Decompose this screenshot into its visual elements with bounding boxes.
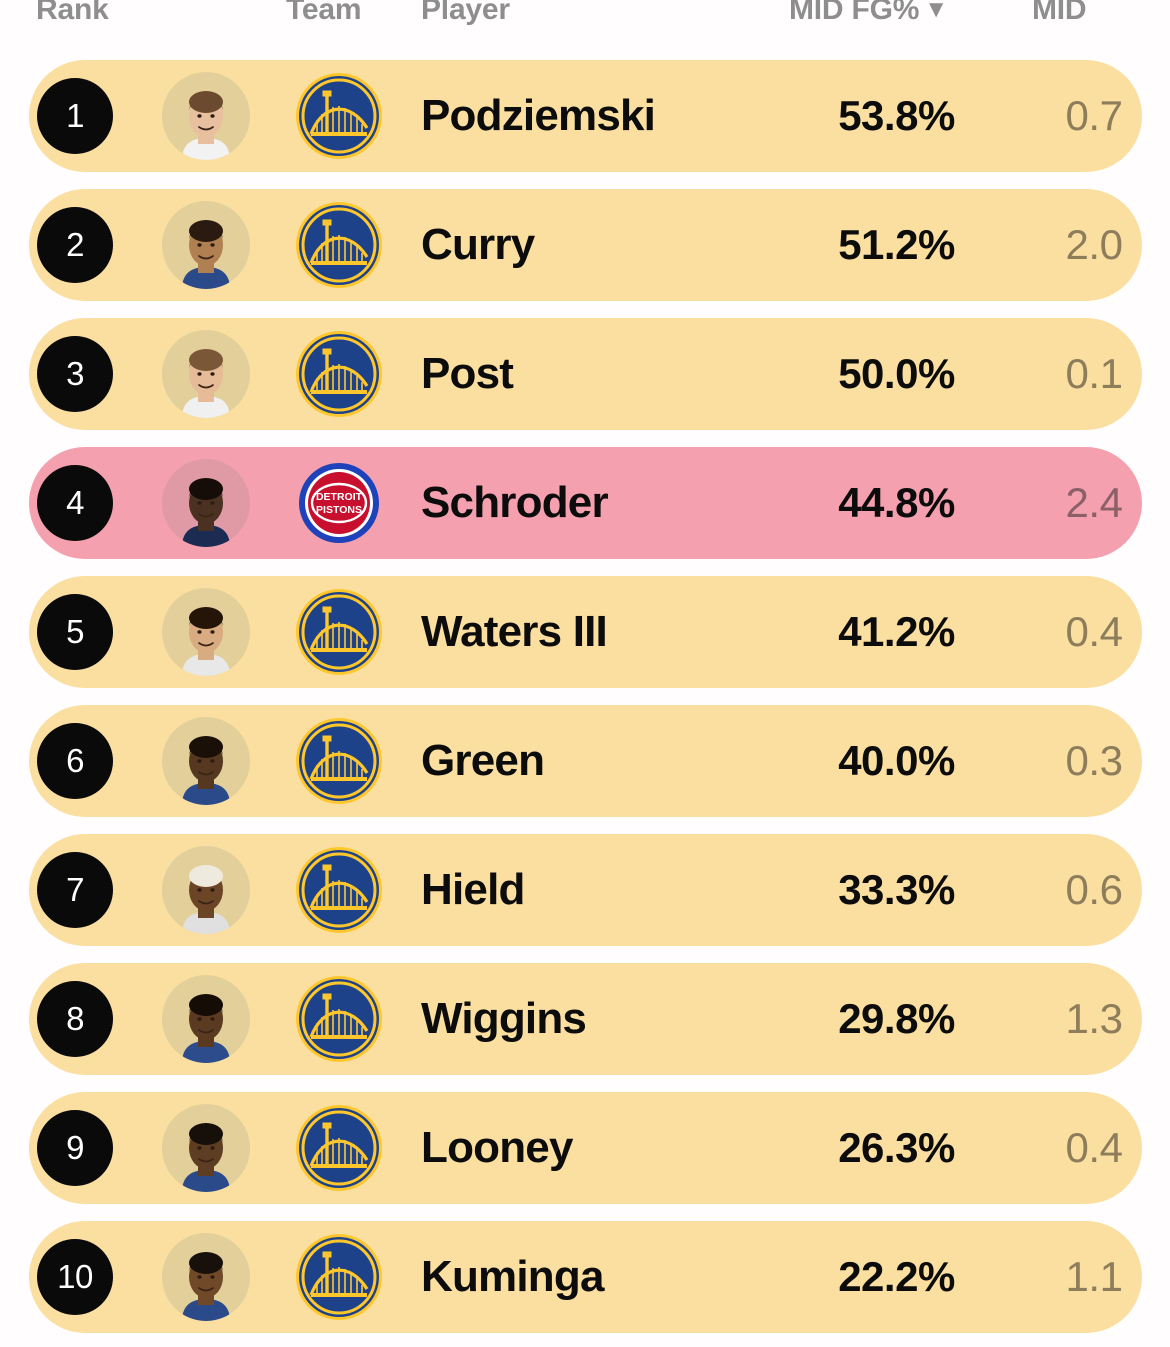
warriors-logo[interactable] [295, 975, 383, 1063]
warriors-logo[interactable] [295, 588, 383, 676]
svg-text:PISTONS: PISTONS [316, 504, 362, 516]
stat-mid-fg-pct: 29.8% [838, 995, 955, 1042]
table-row[interactable]: 8 Wiggins 29.8% 1.3 [29, 963, 1142, 1075]
warriors-logo[interactable] [295, 1233, 383, 1321]
stat-mid: 0.4 [1065, 1124, 1123, 1171]
avatar [162, 201, 250, 289]
column-header-rank[interactable]: Rank [36, 0, 109, 32]
table-row[interactable]: 6 Green 40.0% 0.3 [29, 705, 1142, 817]
avatar [162, 717, 250, 805]
stat-mid: 0.6 [1065, 866, 1123, 913]
table-row[interactable]: 2 Curry 51.2% 2.0 [29, 189, 1142, 301]
stat-mid-fg-pct: 51.2% [838, 221, 955, 268]
column-header-mid-fg-pct[interactable]: MID FG% ▼ [789, 0, 948, 32]
stat-mid: 0.7 [1065, 92, 1123, 139]
table-row[interactable]: 7 Hield 33.3% 0.6 [29, 834, 1142, 946]
player-name[interactable]: Podziemski [421, 60, 656, 172]
rank-badge: 10 [37, 1239, 113, 1315]
warriors-logo[interactable] [295, 72, 383, 160]
column-header-team[interactable]: Team [286, 0, 362, 32]
avatar [162, 72, 250, 160]
stat-mid: 2.4 [1065, 479, 1123, 526]
warriors-logo[interactable] [295, 846, 383, 934]
stat-mid-fg-pct: 41.2% [838, 608, 955, 655]
avatar [162, 588, 250, 676]
warriors-logo[interactable] [295, 330, 383, 418]
table-row[interactable]: 9 Looney 26.3% 0.4 [29, 1092, 1142, 1204]
rank-badge: 3 [37, 336, 113, 412]
rank-badge: 4 [37, 465, 113, 541]
warriors-logo[interactable] [295, 1104, 383, 1192]
column-header-player[interactable]: Player [421, 0, 510, 32]
player-name[interactable]: Schroder [421, 447, 609, 559]
player-name[interactable]: Green [421, 705, 545, 817]
player-name[interactable]: Kuminga [421, 1221, 604, 1333]
stat-mid: 1.1 [1065, 1253, 1123, 1300]
stat-mid: 0.1 [1065, 350, 1123, 397]
stat-mid-fg-pct: 40.0% [838, 737, 955, 784]
table-row[interactable]: 5 Waters III 41.2% 0.4 [29, 576, 1142, 688]
stat-mid: 0.4 [1065, 608, 1123, 655]
avatar [162, 846, 250, 934]
rank-badge: 9 [37, 1110, 113, 1186]
table-header: Rank Team Player MID FG% ▼ MID [0, 0, 1170, 32]
table-row[interactable]: 10 Kuminga 22.2% 1.1 [29, 1221, 1142, 1333]
warriors-logo[interactable] [295, 201, 383, 289]
rank-badge: 1 [37, 78, 113, 154]
stat-mid: 1.3 [1065, 995, 1123, 1042]
leaderboard-rows: 1 Podziemski 53.8% 0.7 2 Curry 51.2% 2.0… [0, 60, 1170, 1347]
stat-mid-fg-pct: 50.0% [838, 350, 955, 397]
column-header-mid[interactable]: MID [1032, 0, 1087, 32]
stat-mid: 0.3 [1065, 737, 1123, 784]
table-row[interactable]: 1 Podziemski 53.8% 0.7 [29, 60, 1142, 172]
avatar [162, 975, 250, 1063]
player-name[interactable]: Hield [421, 834, 525, 946]
table-row[interactable]: 3 Post 50.0% 0.1 [29, 318, 1142, 430]
stat-mid-fg-pct: 26.3% [838, 1124, 955, 1171]
player-name[interactable]: Curry [421, 189, 535, 301]
player-name[interactable]: Waters III [421, 576, 608, 688]
player-name[interactable]: Post [421, 318, 514, 430]
warriors-logo[interactable] [295, 717, 383, 805]
rank-badge: 2 [37, 207, 113, 283]
avatar [162, 330, 250, 418]
stat-mid-fg-pct: 53.8% [838, 92, 955, 139]
rank-badge: 5 [37, 594, 113, 670]
svg-text:DETROIT: DETROIT [316, 491, 363, 503]
stat-mid-fg-pct: 44.8% [838, 479, 955, 526]
player-name[interactable]: Looney [421, 1092, 573, 1204]
rank-badge: 8 [37, 981, 113, 1057]
column-header-mid-fg-pct-label: MID FG% [789, 0, 920, 26]
sort-descending-icon[interactable]: ▼ [924, 0, 948, 32]
rank-badge: 6 [37, 723, 113, 799]
avatar [162, 459, 250, 547]
stat-mid: 2.0 [1065, 221, 1123, 268]
stat-mid-fg-pct: 22.2% [838, 1253, 955, 1300]
player-name[interactable]: Wiggins [421, 963, 587, 1075]
rank-badge: 7 [37, 852, 113, 928]
leaderboard-table: Rank Team Player MID FG% ▼ MID 1 Podziem… [0, 0, 1170, 1347]
avatar [162, 1233, 250, 1321]
pistons-logo[interactable]: DETROIT PISTONS [295, 459, 383, 547]
avatar [162, 1104, 250, 1192]
stat-mid-fg-pct: 33.3% [838, 866, 955, 913]
table-row[interactable]: 4 DETROIT PISTONS Schroder 44.8% 2.4 [29, 447, 1142, 559]
